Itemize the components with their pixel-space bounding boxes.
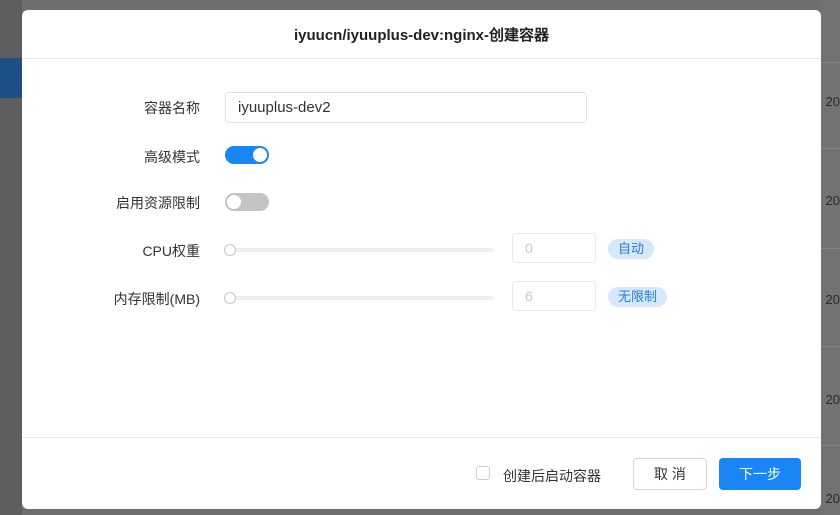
create-container-dialog: iyuucn/iyuuplus-dev:nginx-创建容器 容器名称 高级模式… (22, 10, 821, 509)
cpu-weight-input[interactable] (512, 233, 596, 263)
container-name-label: 容器名称 (144, 100, 200, 116)
resource-limit-label: 启用资源限制 (116, 195, 200, 211)
resource-limit-toggle[interactable] (225, 193, 269, 211)
advanced-mode-label: 高级模式 (144, 149, 200, 165)
cancel-button[interactable]: 取 消 (633, 458, 707, 490)
memory-limit-input[interactable] (512, 281, 596, 311)
background-row-value: 20 (825, 193, 840, 208)
background-row-value: 20 (825, 94, 840, 109)
toggle-knob (253, 148, 267, 162)
dialog-title: iyuucn/iyuuplus-dev:nginx-创建容器 (22, 10, 821, 59)
background-row-divider (820, 445, 840, 446)
memory-limit-slider-track[interactable] (229, 296, 493, 300)
memory-limit-label: 内存限制(MB) (113, 291, 200, 307)
background-row-value: 20 (825, 491, 840, 506)
next-step-button[interactable]: 下一步 (719, 458, 801, 490)
background-row-divider (820, 248, 840, 249)
cpu-weight-slider-handle[interactable] (224, 244, 236, 256)
footer-divider (22, 437, 821, 438)
memory-limit-slider-handle[interactable] (224, 292, 236, 304)
advanced-mode-toggle[interactable] (225, 146, 269, 164)
cpu-weight-label: CPU权重 (142, 243, 200, 259)
background-row-divider (820, 346, 840, 347)
cpu-weight-badge: 自动 (608, 239, 655, 259)
background-row-divider (820, 148, 840, 149)
start-after-create-label[interactable]: 创建后启动容器 (503, 466, 601, 486)
container-name-input[interactable] (225, 92, 587, 123)
cpu-weight-slider-track[interactable] (229, 248, 493, 252)
toggle-knob (227, 195, 241, 209)
background-table-edge (820, 0, 840, 515)
start-after-create-checkbox[interactable] (476, 466, 490, 480)
memory-limit-badge: 无限制 (608, 287, 668, 307)
background-row-value: 20 (825, 292, 840, 307)
background-row-value: 20 (825, 392, 840, 407)
background-row-divider (820, 62, 840, 63)
background-sidebar-active-item (0, 58, 22, 98)
